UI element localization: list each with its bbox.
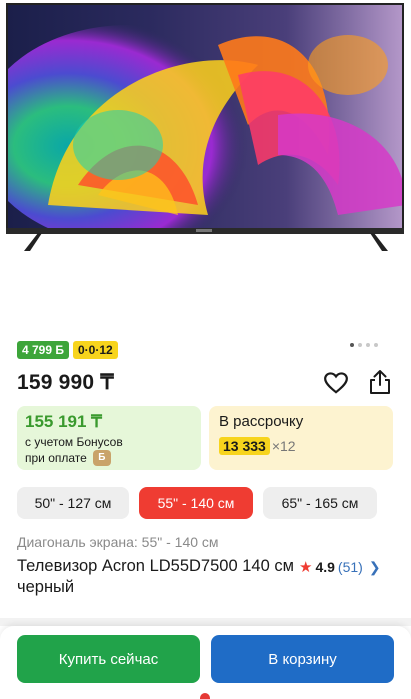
installment-multiplier: ×12 bbox=[271, 438, 296, 454]
bonus-coin-icon: Б bbox=[92, 450, 111, 466]
installment-amount: 13 333 bbox=[219, 437, 270, 455]
product-price: 159 990 ₸ bbox=[17, 371, 114, 394]
diagonal-info: Диагональ экрана: 55" - 140 см bbox=[17, 534, 219, 550]
bonus-price-card[interactable]: 155 191 ₸ с учетом Бонусов при оплате Б bbox=[17, 406, 201, 470]
star-icon: ★ bbox=[299, 559, 313, 576]
heart-icon[interactable] bbox=[323, 370, 349, 396]
product-image-gallery[interactable] bbox=[0, 0, 411, 330]
tv-stand-left bbox=[24, 233, 42, 251]
installment-card[interactable]: В рассрочку 13 333 ×12 bbox=[209, 406, 393, 470]
size-option-50[interactable]: 50" - 127 см bbox=[17, 487, 129, 519]
size-option-55[interactable]: 55" - 140 см bbox=[139, 487, 253, 519]
action-bar: Купить сейчас В корзину bbox=[0, 626, 411, 699]
bonus-note-2: при оплате bbox=[25, 451, 87, 465]
buy-now-button[interactable]: Купить сейчас bbox=[17, 635, 200, 683]
section-divider bbox=[0, 618, 411, 626]
installment-badge: 0·0·12 bbox=[73, 341, 118, 359]
add-to-cart-button[interactable]: В корзину bbox=[211, 635, 394, 683]
size-selector: 50" - 127 см 55" - 140 см 65" - 165 см bbox=[17, 487, 377, 519]
rating-count: (51) bbox=[337, 559, 363, 575]
carousel-dot[interactable] bbox=[366, 343, 370, 347]
bonus-note: с учетом Бонусов bbox=[25, 435, 123, 449]
bonus-price: 155 191 ₸ bbox=[25, 412, 102, 431]
share-icon[interactable] bbox=[368, 369, 392, 395]
promo-badges: 4 799 Б 0·0·12 bbox=[17, 341, 118, 359]
product-image[interactable] bbox=[6, 3, 404, 230]
installment-title: В рассрочку bbox=[219, 413, 304, 430]
rating-link[interactable]: ★ 4.9 (51) ❯ bbox=[299, 558, 381, 577]
size-option-65[interactable]: 65" - 165 см bbox=[263, 487, 377, 519]
carousel-dots[interactable] bbox=[350, 343, 378, 347]
bonus-badge: 4 799 Б bbox=[17, 341, 69, 359]
bonus-note-row: при оплате Б bbox=[25, 450, 193, 466]
installment-row: 13 333 ×12 bbox=[219, 437, 383, 455]
carousel-dot[interactable] bbox=[350, 343, 354, 347]
rating-value: 4.9 bbox=[315, 559, 335, 575]
home-indicator bbox=[200, 693, 210, 699]
tv-stand-right bbox=[370, 233, 388, 251]
carousel-dot[interactable] bbox=[374, 343, 378, 347]
product-title: Телевизор Acron LD55D7500 140 см черный bbox=[17, 557, 294, 596]
carousel-dot[interactable] bbox=[358, 343, 362, 347]
tv-logo bbox=[196, 229, 212, 232]
chevron-right-icon: ❯ bbox=[368, 558, 381, 575]
